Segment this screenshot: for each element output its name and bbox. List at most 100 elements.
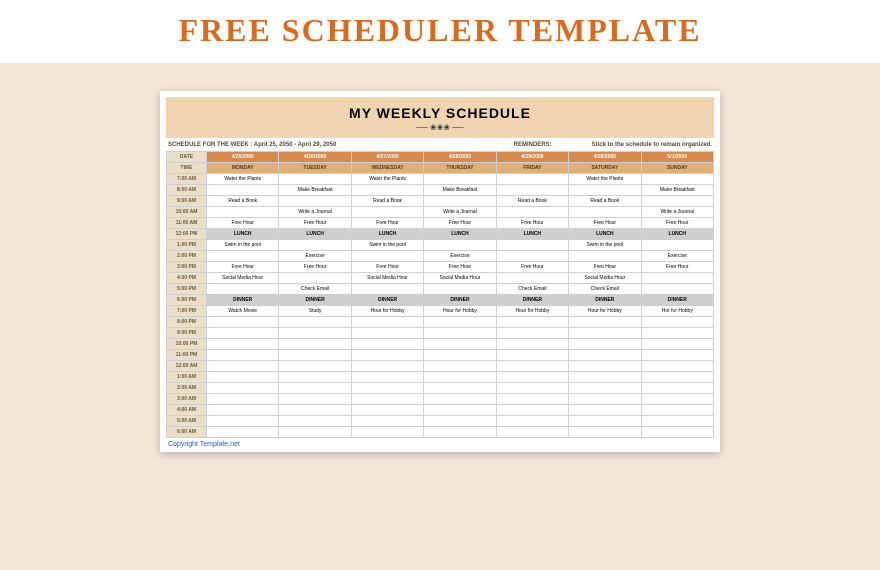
- schedule-cell[interactable]: [641, 339, 713, 350]
- schedule-cell[interactable]: [569, 416, 641, 427]
- schedule-cell[interactable]: Read a Book: [351, 196, 423, 207]
- schedule-cell[interactable]: [641, 317, 713, 328]
- schedule-cell[interactable]: Exercise: [641, 251, 713, 262]
- schedule-cell[interactable]: LUNCH: [424, 229, 496, 240]
- schedule-cell[interactable]: [279, 372, 351, 383]
- schedule-cell[interactable]: Hour for Hobby: [496, 306, 568, 317]
- schedule-cell[interactable]: LUNCH: [207, 229, 279, 240]
- schedule-cell[interactable]: [351, 350, 423, 361]
- schedule-cell[interactable]: [641, 350, 713, 361]
- schedule-cell[interactable]: Write a Journal: [424, 207, 496, 218]
- schedule-cell[interactable]: Free Hour: [569, 262, 641, 273]
- schedule-cell[interactable]: [496, 361, 568, 372]
- schedule-cell[interactable]: [496, 405, 568, 416]
- schedule-cell[interactable]: [279, 317, 351, 328]
- schedule-cell[interactable]: [496, 339, 568, 350]
- schedule-cell[interactable]: [641, 405, 713, 416]
- schedule-cell[interactable]: [496, 174, 568, 185]
- schedule-cell[interactable]: [279, 273, 351, 284]
- schedule-cell[interactable]: [424, 394, 496, 405]
- schedule-cell[interactable]: Swim in the pool: [207, 240, 279, 251]
- schedule-cell[interactable]: Social Media Hour: [207, 273, 279, 284]
- schedule-cell[interactable]: DINNER: [424, 295, 496, 306]
- schedule-cell[interactable]: [424, 416, 496, 427]
- schedule-cell[interactable]: Free Hour: [351, 218, 423, 229]
- schedule-cell[interactable]: [424, 284, 496, 295]
- schedule-cell[interactable]: [351, 394, 423, 405]
- schedule-cell[interactable]: Free Hour: [279, 218, 351, 229]
- schedule-cell[interactable]: [569, 339, 641, 350]
- schedule-cell[interactable]: Exercise: [279, 251, 351, 262]
- schedule-cell[interactable]: [496, 427, 568, 438]
- schedule-cell[interactable]: [351, 251, 423, 262]
- schedule-cell[interactable]: Hor for Hobby: [641, 306, 713, 317]
- schedule-cell[interactable]: [641, 427, 713, 438]
- schedule-cell[interactable]: Write a Journal: [641, 207, 713, 218]
- schedule-cell[interactable]: Social Media Hour: [424, 273, 496, 284]
- schedule-cell[interactable]: Free Hour: [424, 218, 496, 229]
- schedule-cell[interactable]: [496, 185, 568, 196]
- schedule-cell[interactable]: [569, 361, 641, 372]
- schedule-cell[interactable]: [424, 339, 496, 350]
- schedule-cell[interactable]: Free Hour: [279, 262, 351, 273]
- schedule-cell[interactable]: [424, 361, 496, 372]
- schedule-cell[interactable]: [351, 405, 423, 416]
- schedule-cell[interactable]: Water the Plants: [351, 174, 423, 185]
- schedule-cell[interactable]: Exercise: [424, 251, 496, 262]
- schedule-cell[interactable]: [424, 350, 496, 361]
- schedule-cell[interactable]: Free Hour: [424, 262, 496, 273]
- schedule-cell[interactable]: [207, 339, 279, 350]
- schedule-cell[interactable]: LUNCH: [496, 229, 568, 240]
- schedule-cell[interactable]: [641, 383, 713, 394]
- schedule-cell[interactable]: [424, 405, 496, 416]
- schedule-cell[interactable]: Study: [279, 306, 351, 317]
- schedule-cell[interactable]: Free Hour: [496, 262, 568, 273]
- schedule-cell[interactable]: Free Hour: [569, 218, 641, 229]
- schedule-cell[interactable]: Watch Movie: [207, 306, 279, 317]
- schedule-cell[interactable]: [641, 284, 713, 295]
- schedule-cell[interactable]: Free Hour: [351, 262, 423, 273]
- schedule-cell[interactable]: [207, 350, 279, 361]
- schedule-cell[interactable]: Make Breakfast: [424, 185, 496, 196]
- schedule-cell[interactable]: [424, 328, 496, 339]
- schedule-cell[interactable]: [641, 196, 713, 207]
- schedule-cell[interactable]: [569, 207, 641, 218]
- schedule-cell[interactable]: Hour for Hobby: [424, 306, 496, 317]
- schedule-cell[interactable]: [496, 251, 568, 262]
- schedule-cell[interactable]: DINNER: [279, 295, 351, 306]
- schedule-cell[interactable]: [569, 251, 641, 262]
- schedule-cell[interactable]: LUNCH: [351, 229, 423, 240]
- schedule-cell[interactable]: [351, 328, 423, 339]
- schedule-cell[interactable]: [424, 427, 496, 438]
- schedule-cell[interactable]: DINNER: [641, 295, 713, 306]
- schedule-cell[interactable]: [279, 240, 351, 251]
- schedule-cell[interactable]: [496, 394, 568, 405]
- copyright-link[interactable]: Copyright Template.net: [166, 441, 714, 448]
- schedule-cell[interactable]: [424, 196, 496, 207]
- schedule-cell[interactable]: [496, 207, 568, 218]
- schedule-cell[interactable]: [279, 174, 351, 185]
- schedule-cell[interactable]: Social Media Hour: [351, 273, 423, 284]
- schedule-cell[interactable]: [569, 185, 641, 196]
- schedule-cell[interactable]: [641, 372, 713, 383]
- schedule-cell[interactable]: [351, 372, 423, 383]
- schedule-cell[interactable]: [351, 185, 423, 196]
- schedule-cell[interactable]: [569, 317, 641, 328]
- schedule-cell[interactable]: [424, 240, 496, 251]
- schedule-cell[interactable]: Social Media Hour: [569, 273, 641, 284]
- schedule-cell[interactable]: [207, 361, 279, 372]
- schedule-cell[interactable]: [207, 284, 279, 295]
- schedule-cell[interactable]: Write a Journal: [279, 207, 351, 218]
- schedule-cell[interactable]: Free Hour: [207, 218, 279, 229]
- schedule-cell[interactable]: [424, 383, 496, 394]
- schedule-cell[interactable]: Water the Plants: [207, 174, 279, 185]
- schedule-cell[interactable]: DINNER: [351, 295, 423, 306]
- schedule-cell[interactable]: [351, 317, 423, 328]
- schedule-cell[interactable]: Free Hour: [496, 218, 568, 229]
- schedule-cell[interactable]: [424, 317, 496, 328]
- schedule-cell[interactable]: [279, 339, 351, 350]
- schedule-cell[interactable]: [279, 383, 351, 394]
- schedule-cell[interactable]: [641, 174, 713, 185]
- schedule-cell[interactable]: [207, 405, 279, 416]
- schedule-cell[interactable]: Water the Plants: [569, 174, 641, 185]
